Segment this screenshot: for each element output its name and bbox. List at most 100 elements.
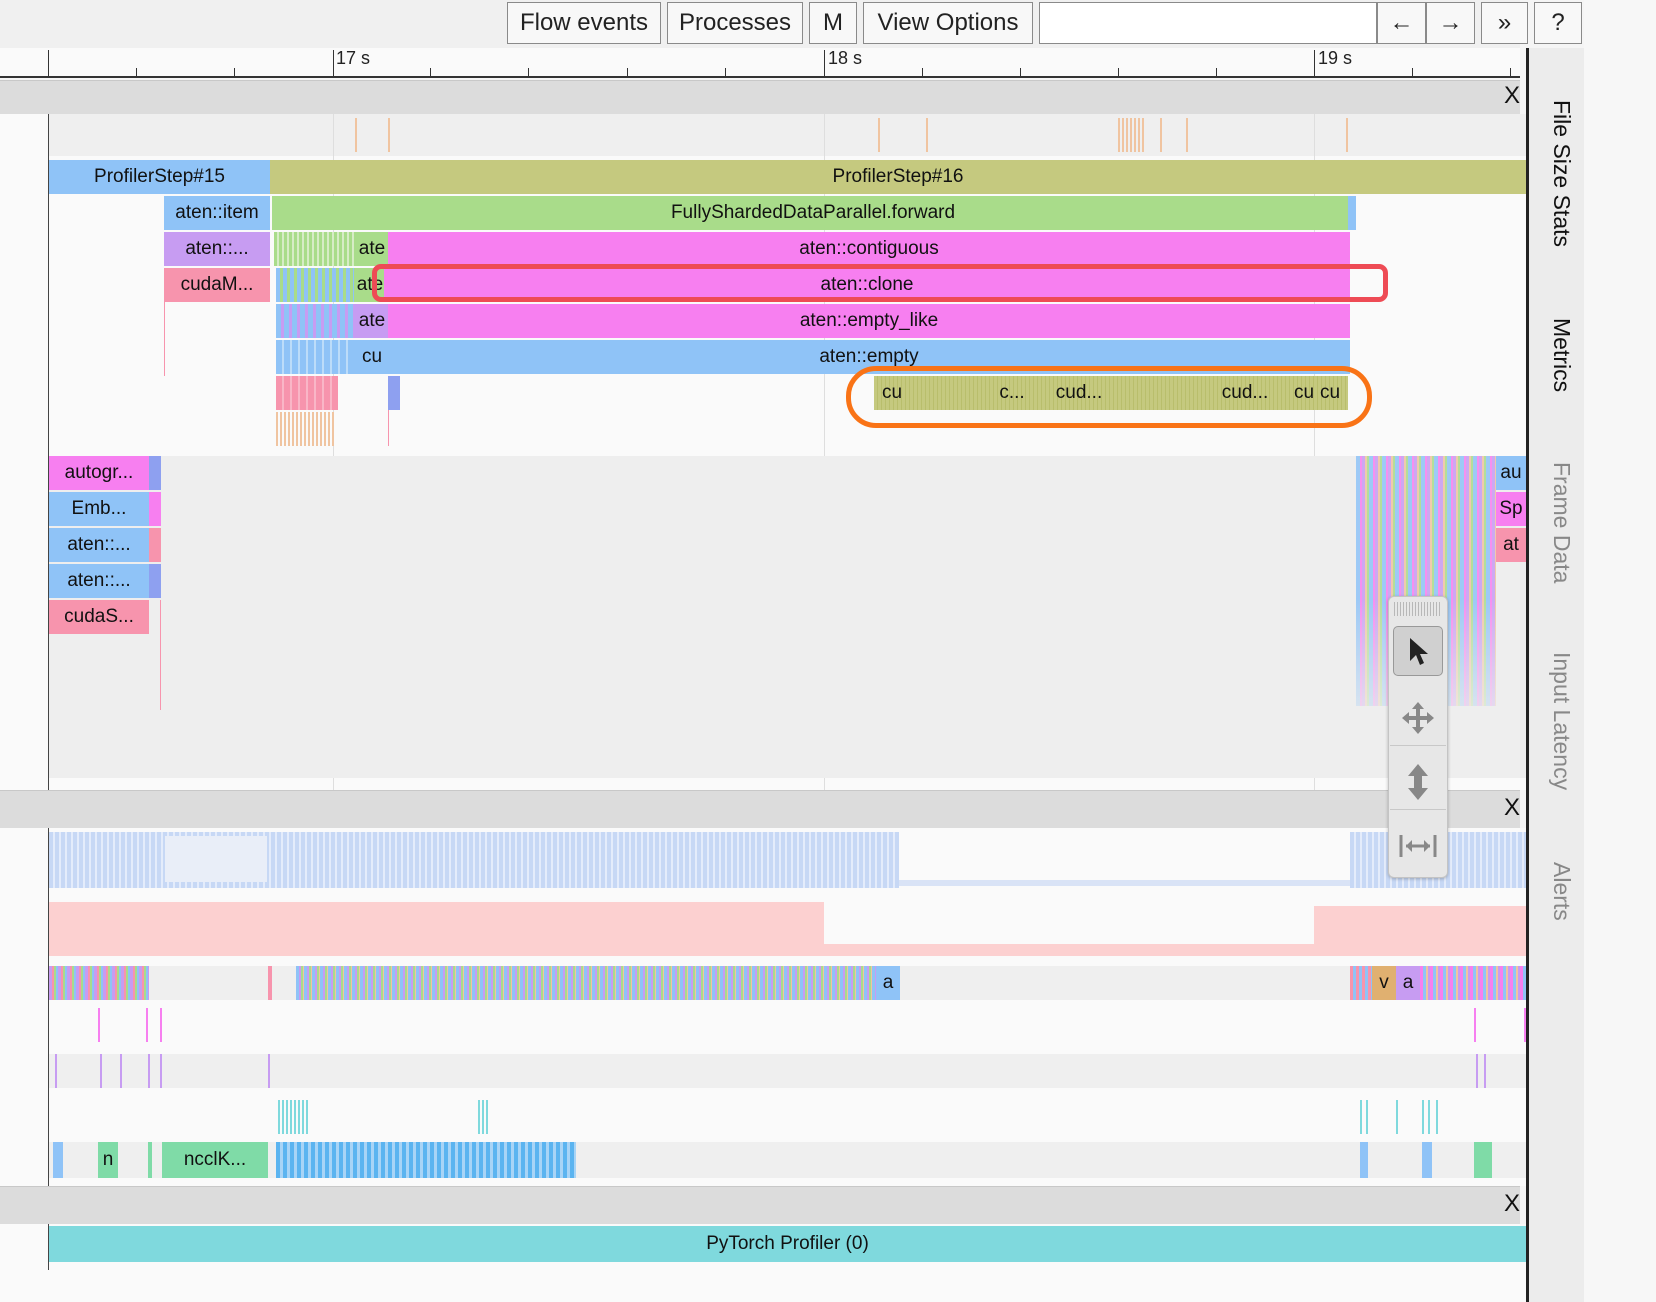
more-button[interactable]: » bbox=[1481, 2, 1528, 44]
sparse-mark bbox=[306, 1100, 308, 1134]
sparse-mark bbox=[482, 1100, 484, 1134]
metadata-button[interactable]: M bbox=[809, 2, 857, 44]
sparse-mark bbox=[478, 1100, 480, 1134]
gpu-stream-dense-2 bbox=[296, 966, 880, 1000]
gpu-sparse-row-1 bbox=[49, 1002, 1526, 1036]
clone-highlight-box bbox=[372, 264, 1388, 302]
view-options-button[interactable]: View Options bbox=[863, 2, 1033, 44]
pytorch-profiler-bar[interactable]: PyTorch Profiler (0) bbox=[49, 1226, 1526, 1262]
slice-gpu-a-1[interactable]: a bbox=[876, 966, 900, 1000]
counter-mark bbox=[878, 118, 880, 152]
side-tab-alerts[interactable]: Alerts bbox=[1548, 862, 1575, 921]
counter-row bbox=[49, 114, 1526, 156]
slice-fsdp-forward[interactable]: FullyShardedDataParallel.forward bbox=[272, 196, 1354, 230]
sparse-mark bbox=[120, 1054, 122, 1088]
nccl-mark-4 bbox=[1422, 1142, 1432, 1178]
gpu-util-gap bbox=[165, 836, 267, 882]
ruler-minor-tick bbox=[1412, 68, 1413, 78]
slice-cuda-sync[interactable]: cudaS... bbox=[49, 600, 149, 634]
dense-block-4 bbox=[276, 340, 354, 374]
search-input[interactable] bbox=[1039, 2, 1377, 44]
nccl-dense bbox=[276, 1142, 576, 1178]
thin-line-a bbox=[164, 302, 165, 376]
gpu-stream-dense-1 bbox=[49, 966, 149, 1000]
pan-tool[interactable] bbox=[1390, 690, 1446, 746]
slice-gpu-a-2[interactable]: a bbox=[1396, 966, 1420, 1000]
nccl-mark-5 bbox=[1474, 1142, 1492, 1178]
drag-handle[interactable] bbox=[1394, 602, 1442, 616]
gpu-nccl-row bbox=[49, 1142, 1526, 1178]
slice-cuda-malloc[interactable]: cudaM... bbox=[164, 268, 270, 302]
slice-aten-item[interactable]: aten::item bbox=[164, 196, 270, 230]
sparse-mark bbox=[1360, 1100, 1362, 1134]
time-ruler bbox=[0, 48, 1520, 78]
ruler-label-17s: 17 s bbox=[336, 48, 371, 68]
slice-aten-empty-like[interactable]: aten::empty_like bbox=[388, 304, 1350, 338]
next-arrow-button[interactable]: → bbox=[1426, 2, 1475, 44]
dense-block-5 bbox=[276, 376, 338, 410]
counter-mark bbox=[1142, 118, 1144, 152]
kernels-highlight-box bbox=[846, 366, 1372, 428]
counter-mark bbox=[1134, 118, 1136, 152]
slice-nccl-n[interactable]: n bbox=[98, 1142, 118, 1178]
sparse-mark bbox=[1476, 1054, 1478, 1088]
counter-mark bbox=[926, 118, 928, 152]
slice-aten-contiguous[interactable]: aten::contiguous bbox=[388, 232, 1350, 266]
slice-nccl-kernel[interactable]: ncclK... bbox=[162, 1142, 268, 1178]
sparse-mark bbox=[98, 1008, 100, 1042]
slice-autograd[interactable]: autogr... bbox=[49, 456, 149, 490]
slice-t2-sp[interactable]: Sp bbox=[1496, 492, 1526, 526]
slice-ate-1[interactable]: ate bbox=[354, 232, 390, 266]
sparse-mark bbox=[1428, 1100, 1430, 1134]
sparse-mark bbox=[100, 1054, 102, 1088]
thin-mark-purple bbox=[388, 376, 400, 410]
sparse-mark bbox=[1484, 1054, 1486, 1088]
sparse-mark bbox=[294, 1100, 296, 1134]
ruler-minor-tick bbox=[725, 68, 726, 78]
ruler-minor-tick bbox=[922, 68, 923, 78]
ruler-minor-tick bbox=[1020, 68, 1021, 78]
side-tab-input-latency[interactable]: Input Latency bbox=[1548, 652, 1575, 790]
side-tab-file-size-stats[interactable]: File Size Stats bbox=[1548, 100, 1575, 247]
sparse-mark bbox=[298, 1100, 300, 1134]
slice-profiler-step-16[interactable]: ProfilerStep#16 bbox=[270, 160, 1526, 194]
thread2-bg bbox=[49, 456, 1526, 778]
slice-ate-3[interactable]: ate bbox=[354, 304, 390, 338]
gpu-sparse-row-2 bbox=[49, 1054, 1526, 1088]
counter-mark bbox=[388, 118, 390, 152]
slice-t2-au[interactable]: au bbox=[1496, 456, 1526, 490]
side-tab-frame-data[interactable]: Frame Data bbox=[1548, 462, 1575, 583]
slice-embedding[interactable]: Emb... bbox=[49, 492, 149, 526]
ruler-minor-tick bbox=[1510, 68, 1511, 78]
selection-tool[interactable] bbox=[1393, 626, 1443, 676]
t2-line bbox=[160, 600, 161, 710]
gpu-util-base bbox=[899, 880, 1350, 886]
counter-mark bbox=[1122, 118, 1124, 152]
dense-block-1 bbox=[274, 232, 354, 266]
zoom-tool[interactable] bbox=[1390, 754, 1446, 810]
ruler-minor-tick bbox=[528, 68, 529, 78]
slice-profiler-step-15[interactable]: ProfilerStep#15 bbox=[49, 160, 270, 194]
timing-tool[interactable] bbox=[1390, 818, 1446, 874]
prev-arrow-button[interactable]: ← bbox=[1377, 2, 1426, 44]
move-arrows-icon bbox=[1402, 701, 1434, 734]
sparse-mark bbox=[148, 1054, 150, 1088]
t2-edge-3 bbox=[149, 528, 161, 562]
processes-button[interactable]: Processes bbox=[667, 2, 803, 44]
slice-gpu-v[interactable]: v bbox=[1372, 966, 1396, 1000]
slice-aten-t2-1[interactable]: aten::... bbox=[49, 528, 149, 562]
ruler-minor-tick bbox=[1216, 68, 1217, 78]
slice-cu-1[interactable]: cu bbox=[354, 340, 390, 374]
counter-mark bbox=[1138, 118, 1140, 152]
sparse-mark bbox=[1396, 1100, 1398, 1134]
slice-aten-trunc[interactable]: aten::... bbox=[164, 232, 270, 266]
slice-t2-at[interactable]: at bbox=[1496, 528, 1526, 562]
process-header-1 bbox=[0, 80, 1520, 116]
ruler-minor-tick bbox=[627, 68, 628, 78]
gpu-mem-row-1 bbox=[49, 902, 824, 956]
side-tab-metrics[interactable]: Metrics bbox=[1548, 318, 1575, 392]
slice-aten-t2-2[interactable]: aten::... bbox=[49, 564, 149, 598]
help-button[interactable]: ? bbox=[1534, 2, 1582, 44]
flow-events-button[interactable]: Flow events bbox=[507, 2, 661, 44]
gpu-stream-dense-4 bbox=[1420, 966, 1526, 1000]
